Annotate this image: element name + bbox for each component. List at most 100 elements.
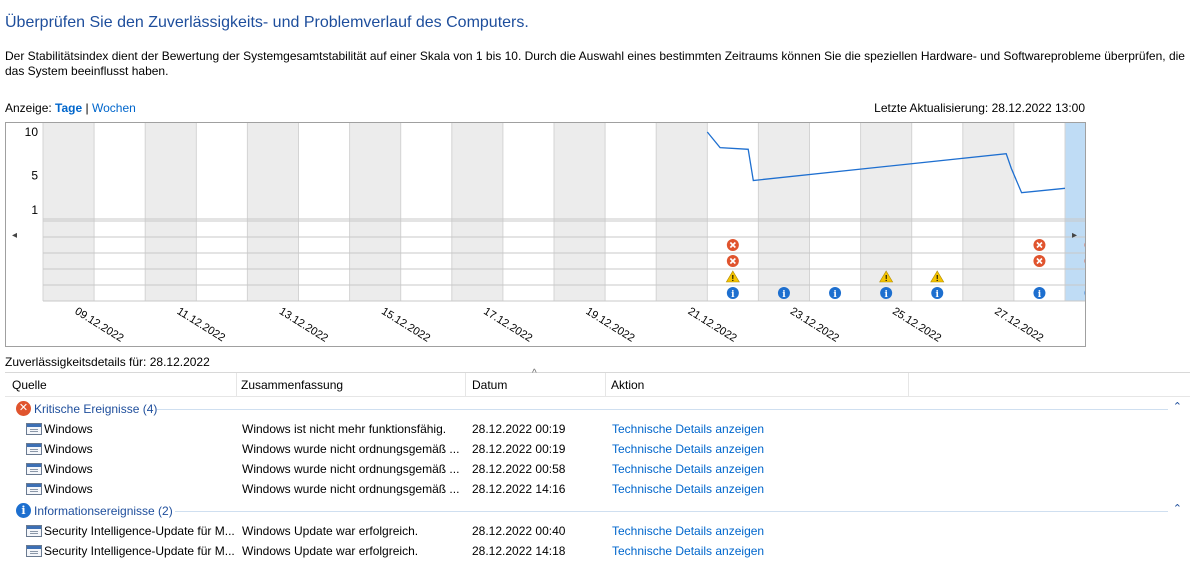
info-event-mark: i: [1038, 290, 1042, 300]
cell-summary: Windows wurde nicht ordnungsgemäß ...: [242, 442, 460, 456]
view-days-link[interactable]: Tage: [55, 101, 82, 115]
date-tick-label: 21.12.2022: [686, 305, 739, 344]
group-label: Kritische Ereignisse (4): [34, 402, 158, 416]
cell-date: 28.12.2022 14:18: [472, 544, 566, 558]
technical-details-link[interactable]: Technische Details anzeigen: [612, 524, 764, 538]
day-column[interactable]: [809, 123, 861, 301]
sort-indicator-icon: ^: [532, 368, 537, 379]
table-row[interactable]: Windows Windows wurde nicht ordnungsgemä…: [5, 439, 1190, 459]
cell-source: Security Intelligence-Update für M...: [44, 524, 235, 538]
day-column[interactable]: [196, 123, 248, 301]
group-information-events[interactable]: i Informationsereignisse (2) ⌃: [5, 499, 1190, 521]
info-event-mark: i: [782, 290, 786, 300]
table-header: Quelle Zusammenfassung Datum ^ Aktion: [5, 368, 1190, 397]
column-header-date[interactable]: Datum: [472, 378, 507, 392]
date-tick-label: 17.12.2022: [481, 305, 534, 344]
table-row[interactable]: Security Intelligence-Update für M... Wi…: [5, 521, 1190, 541]
view-weeks-link[interactable]: Wochen: [92, 101, 136, 115]
day-column[interactable]: [94, 123, 146, 301]
cell-date: 28.12.2022 14:16: [472, 482, 566, 496]
day-column[interactable]: [43, 123, 95, 301]
day-column[interactable]: [145, 123, 197, 301]
table-row[interactable]: Windows Windows ist nicht mehr funktions…: [5, 419, 1190, 439]
technical-details-link[interactable]: Technische Details anzeigen: [612, 544, 764, 558]
column-divider[interactable]: [236, 373, 237, 397]
warning-event-mark: !: [732, 274, 735, 283]
cell-source: Windows: [44, 422, 93, 436]
page-title: Überprüfen Sie den Zuverlässigkeits- und…: [5, 14, 529, 31]
date-tick-label: 11.12.2022: [175, 305, 227, 344]
group-divider: [175, 511, 1168, 512]
day-column[interactable]: [298, 123, 350, 301]
window-app-icon: [26, 545, 42, 557]
scroll-left-icon[interactable]: ◂: [12, 230, 17, 241]
window-app-icon: [26, 463, 42, 475]
page-description: Der Stabilitätsindex dient der Bewertung…: [5, 49, 1185, 78]
details-table: Quelle Zusammenfassung Datum ^ Aktion ✕ …: [5, 368, 1190, 577]
group-critical-events[interactable]: ✕ Kritische Ereignisse (4) ⌃: [5, 397, 1190, 419]
window-app-icon: [26, 483, 42, 495]
table-row[interactable]: Windows Windows wurde nicht ordnungsgemä…: [5, 479, 1190, 499]
cell-source: Windows: [44, 442, 93, 456]
day-column[interactable]: [656, 123, 708, 301]
date-tick-label: 25.12.2022: [890, 305, 943, 344]
info-event-mark: i: [936, 290, 940, 300]
day-column[interactable]: [451, 123, 503, 301]
info-event-mark: i: [833, 290, 837, 300]
warning-event-mark: !: [936, 274, 939, 283]
collapse-chevron-icon[interactable]: ⌃: [1173, 502, 1182, 515]
group-divider: [157, 409, 1168, 410]
view-separator: |: [85, 101, 89, 115]
day-column[interactable]: [605, 123, 657, 301]
error-icon: ✕: [16, 401, 31, 416]
date-tick-label: 15.12.2022: [379, 305, 432, 344]
day-column[interactable]: [1013, 123, 1065, 301]
day-column[interactable]: [400, 123, 452, 301]
cell-source: Windows: [44, 482, 93, 496]
date-tick-label: 19.12.2022: [584, 305, 637, 344]
column-divider[interactable]: [908, 373, 909, 397]
window-app-icon: [26, 525, 42, 537]
cell-source: Security Intelligence-Update für M...: [44, 544, 235, 558]
column-divider[interactable]: [605, 373, 606, 397]
day-column[interactable]: [502, 123, 554, 301]
y-tick-label: 1: [31, 203, 38, 217]
window-app-icon: [26, 443, 42, 455]
cell-date: 28.12.2022 00:19: [472, 442, 566, 456]
technical-details-link[interactable]: Technische Details anzeigen: [612, 422, 764, 436]
reliability-chart-svg[interactable]: 1051◂▸!iii!i!iiiAnwendungsfehlerWindows-…: [6, 123, 1085, 346]
warning-event-mark: !: [885, 274, 888, 283]
table-row[interactable]: Windows Windows wurde nicht ordnungsgemä…: [5, 459, 1190, 479]
cell-summary: Windows ist nicht mehr funktionsfähig.: [242, 422, 447, 436]
details-label: Zuverlässigkeitsdetails für: 28.12.2022: [5, 355, 210, 369]
info-icon: i: [16, 503, 31, 518]
reliability-chart[interactable]: 1051◂▸!iii!i!iiiAnwendungsfehlerWindows-…: [5, 122, 1086, 347]
column-header-source[interactable]: Quelle: [12, 378, 47, 392]
cell-summary: Windows Update war erfolgreich.: [242, 524, 419, 538]
day-column[interactable]: [758, 123, 810, 301]
technical-details-link[interactable]: Technische Details anzeigen: [612, 442, 764, 456]
table-row[interactable]: Security Intelligence-Update für M... Wi…: [5, 541, 1190, 561]
view-label: Anzeige:: [5, 101, 52, 115]
date-tick-label: 27.12.2022: [992, 305, 1045, 344]
date-tick-label: 23.12.2022: [788, 305, 841, 344]
day-column[interactable]: [247, 123, 299, 301]
info-event-mark: i: [731, 290, 735, 300]
day-column[interactable]: [349, 123, 401, 301]
column-header-action[interactable]: Aktion: [611, 378, 644, 392]
day-column[interactable]: [554, 123, 606, 301]
group-label: Informationsereignisse (2): [34, 504, 173, 518]
selected-day-column[interactable]: [1065, 123, 1085, 301]
technical-details-link[interactable]: Technische Details anzeigen: [612, 462, 764, 476]
cell-date: 28.12.2022 00:58: [472, 462, 566, 476]
date-tick-label: 09.12.2022: [73, 305, 126, 344]
collapse-chevron-icon[interactable]: ⌃: [1173, 400, 1182, 413]
scroll-right-icon[interactable]: ▸: [1072, 230, 1077, 241]
column-divider[interactable]: [465, 373, 466, 397]
window-app-icon: [26, 423, 42, 435]
technical-details-link[interactable]: Technische Details anzeigen: [612, 482, 764, 496]
cell-summary: Windows Update war erfolgreich.: [242, 544, 419, 558]
day-column[interactable]: [962, 123, 1014, 301]
column-header-summary[interactable]: Zusammenfassung: [241, 378, 343, 392]
view-selector: Anzeige: Tage | Wochen: [5, 101, 136, 115]
